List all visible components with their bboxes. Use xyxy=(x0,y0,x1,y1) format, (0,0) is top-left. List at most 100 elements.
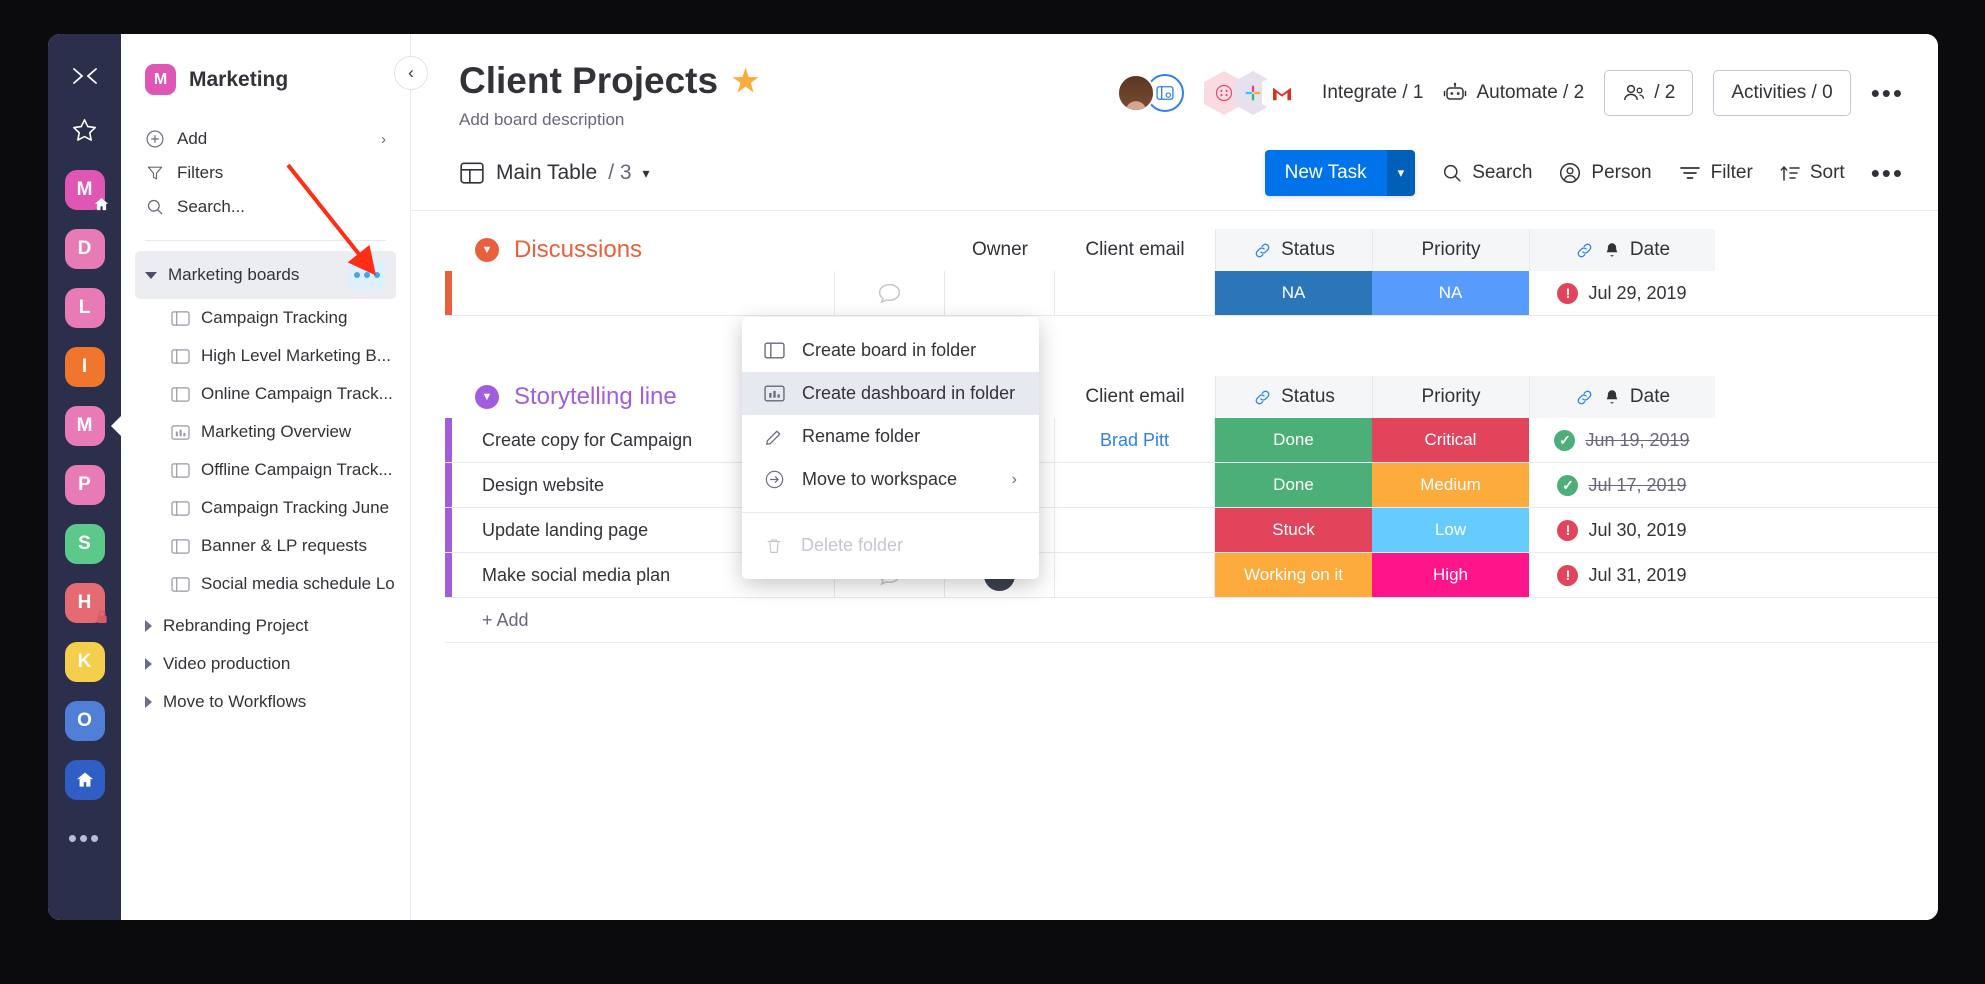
sidebar-filters-button[interactable]: Filters xyxy=(121,156,410,190)
avatar[interactable] xyxy=(1117,74,1156,112)
sidebar-board-banner-lp-requests[interactable]: Banner & LP requests xyxy=(135,527,396,565)
activities-button[interactable]: Activities / 0 xyxy=(1713,70,1851,116)
cell-priority[interactable]: Critical xyxy=(1372,418,1529,462)
sidebar-folder-video-production[interactable]: Video production xyxy=(135,645,396,683)
workspace-avatar-k[interactable]: K xyxy=(64,642,105,682)
sidebar-search-input[interactable]: Search... xyxy=(121,190,410,224)
sidebar-folder-move-to-workflows[interactable]: Move to Workflows xyxy=(135,683,396,721)
cell-status[interactable]: Stuck xyxy=(1215,508,1372,552)
sidebar-board-online-campaign-tracking[interactable]: Online Campaign Track... xyxy=(135,375,396,413)
menu-item-rename-folder[interactable]: Rename folder xyxy=(742,415,1039,458)
add-row-button[interactable]: + Add xyxy=(445,598,1938,643)
table-row[interactable]: Design website Done Medium ✓ Jul 17, 201… xyxy=(445,463,1938,508)
cell-status[interactable]: NA xyxy=(1215,271,1372,315)
workspace-avatar-l[interactable]: L xyxy=(64,288,105,328)
sidebar-board-social-media-schedule[interactable]: Social media schedule Lo... xyxy=(135,565,396,603)
collapse-icon[interactable] xyxy=(65,56,105,96)
workspace-avatar-marketing-home[interactable]: M xyxy=(64,170,108,211)
column-header-priority[interactable]: Priority xyxy=(1372,376,1529,418)
column-header-status[interactable]: Status xyxy=(1215,376,1372,418)
workspace-avatar-home-blue[interactable] xyxy=(64,760,105,800)
sidebar-collapse-button[interactable]: ‹ xyxy=(394,56,428,90)
sidebar-folder-marketing-boards[interactable]: Marketing boards xyxy=(135,251,396,299)
integrate-button[interactable]: Integrate / 1 xyxy=(1322,82,1423,104)
workspace-avatar-d[interactable]: D xyxy=(64,229,105,269)
star-icon[interactable]: ★ xyxy=(732,64,759,99)
cell-priority[interactable]: Medium xyxy=(1372,463,1529,507)
column-header-client-email[interactable]: Client email xyxy=(1055,229,1215,271)
cell-date[interactable]: ✓ Jun 19, 2019 xyxy=(1529,418,1715,462)
cell-priority[interactable]: High xyxy=(1372,553,1529,597)
cell-client-email[interactable] xyxy=(1055,508,1215,552)
sidebar-board-high-level-marketing[interactable]: High Level Marketing B... xyxy=(135,337,396,375)
collapse-group-icon[interactable]: ▼ xyxy=(475,238,499,262)
cell-date[interactable]: ! Jul 31, 2019 xyxy=(1529,553,1715,597)
cell-name[interactable] xyxy=(452,271,835,315)
workspace-avatar-i[interactable]: I xyxy=(64,347,105,387)
sidebar-board-campaign-tracking[interactable]: Campaign Tracking xyxy=(135,299,396,337)
cell-client-email[interactable] xyxy=(1055,553,1215,597)
table-row[interactable]: Update landing page RL Stuck Low ! Ju xyxy=(445,508,1938,553)
page-title[interactable]: Client Projects ★ xyxy=(459,60,759,102)
workspace-avatar-p[interactable]: P xyxy=(64,465,105,505)
integration-logos[interactable] xyxy=(1204,71,1303,115)
column-header-owner[interactable]: Owner xyxy=(945,229,1055,271)
menu-item-create-dashboard-in-folder[interactable]: Create dashboard in folder xyxy=(742,372,1039,415)
workspace-header[interactable]: M Marketing xyxy=(121,64,410,95)
cell-client-email[interactable]: Brad Pitt xyxy=(1055,418,1215,462)
person-button[interactable]: Person xyxy=(1558,161,1652,185)
cell-client-email[interactable] xyxy=(1055,271,1215,315)
new-task-label: New Task xyxy=(1264,150,1387,196)
workspace-avatar-h-private[interactable]: H xyxy=(64,583,107,623)
workspace-avatar-m-selected[interactable]: M xyxy=(64,406,122,446)
column-header-status[interactable]: Status xyxy=(1215,229,1372,271)
sidebar-board-offline-campaign-tracking[interactable]: Offline Campaign Track... xyxy=(135,451,396,489)
filter-label: Filter xyxy=(1710,162,1753,183)
chevron-down-icon[interactable]: ▾ xyxy=(643,165,650,182)
menu-item-move-to-workspace[interactable]: Move to workspace › xyxy=(742,458,1039,501)
table-row[interactable]: Make social media plan Working on it Hig… xyxy=(445,553,1938,598)
automate-button[interactable]: Automate / 2 xyxy=(1443,82,1584,104)
board-table: ▼ Discussions Owner Client email Status … xyxy=(411,229,1938,643)
cell-priority[interactable]: NA xyxy=(1372,271,1529,315)
star-outline-icon[interactable] xyxy=(65,110,105,150)
table-row[interactable]: Create copy for Campaign Brad Pitt Done … xyxy=(445,418,1938,463)
sidebar-add-button[interactable]: Add › xyxy=(121,122,410,156)
collapse-group-icon[interactable]: ▼ xyxy=(475,385,499,409)
column-header-date[interactable]: Date xyxy=(1529,229,1715,271)
column-header-client-email[interactable]: Client email xyxy=(1055,376,1215,418)
cell-chat[interactable] xyxy=(835,271,945,315)
board-more-button[interactable]: ••• xyxy=(1871,78,1904,109)
chevron-down-icon[interactable]: ▾ xyxy=(1386,150,1416,196)
filter-button[interactable]: Filter xyxy=(1678,162,1753,184)
sidebar-folder-rebranding-project[interactable]: Rebranding Project xyxy=(135,607,396,645)
cell-owner[interactable] xyxy=(945,271,1055,315)
sidebar-board-marketing-overview[interactable]: Marketing Overview xyxy=(135,413,396,451)
plus-circle-icon xyxy=(145,129,165,149)
cell-status[interactable]: Done xyxy=(1215,418,1372,462)
workspace-avatar-s[interactable]: S xyxy=(64,524,105,564)
cell-status[interactable]: Done xyxy=(1215,463,1372,507)
column-header-priority[interactable]: Priority xyxy=(1372,229,1529,271)
cell-date[interactable]: ! Jul 30, 2019 xyxy=(1529,508,1715,552)
board-description[interactable]: Add board description xyxy=(459,110,759,130)
cell-status[interactable]: Working on it xyxy=(1215,553,1372,597)
new-task-button[interactable]: New Task ▾ xyxy=(1264,150,1416,196)
sort-button[interactable]: Sort xyxy=(1779,162,1845,184)
workspace-avatar-o[interactable]: O xyxy=(64,701,105,741)
sidebar-board-campaign-tracking-june[interactable]: Campaign Tracking June xyxy=(135,489,396,527)
cell-client-email[interactable] xyxy=(1055,463,1215,507)
folder-more-button[interactable] xyxy=(348,260,386,290)
members-button[interactable]: / 2 xyxy=(1604,70,1694,116)
cell-priority[interactable]: Low xyxy=(1372,508,1529,552)
column-header-name[interactable]: ▼ Discussions xyxy=(445,229,835,271)
menu-item-create-board-in-folder[interactable]: Create board in folder xyxy=(742,329,1039,372)
cell-date[interactable]: ! Jul 29, 2019 xyxy=(1529,271,1715,315)
rail-more-button[interactable]: ••• xyxy=(68,825,101,851)
search-button[interactable]: Search xyxy=(1441,162,1532,184)
toolbar-more-button[interactable]: ••• xyxy=(1871,158,1904,189)
cell-date[interactable]: ✓ Jul 17, 2019 xyxy=(1529,463,1715,507)
column-header-date[interactable]: Date xyxy=(1529,376,1715,418)
table-row[interactable]: NA NA ! Jul 29, 2019 xyxy=(445,271,1938,316)
tab-main-table[interactable]: Main Table / 3 ▾ xyxy=(459,161,650,185)
